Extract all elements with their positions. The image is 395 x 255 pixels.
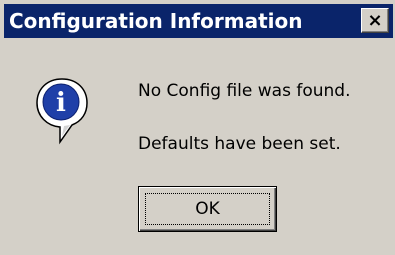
dialog-title: Configuration Information <box>9 9 303 33</box>
message-dialog: Configuration Information × i No Config … <box>0 0 395 255</box>
ok-button[interactable]: OK <box>138 186 277 232</box>
information-glyph: i <box>56 88 66 118</box>
message-line-2: Defaults have been set. <box>138 134 341 154</box>
close-button[interactable]: × <box>361 8 389 33</box>
ok-button-label: OK <box>195 199 220 219</box>
close-icon: × <box>367 9 383 31</box>
message-line-1: No Config file was found. <box>138 81 351 101</box>
information-icon: i <box>36 78 88 145</box>
title-bar[interactable]: Configuration Information × <box>4 4 393 38</box>
